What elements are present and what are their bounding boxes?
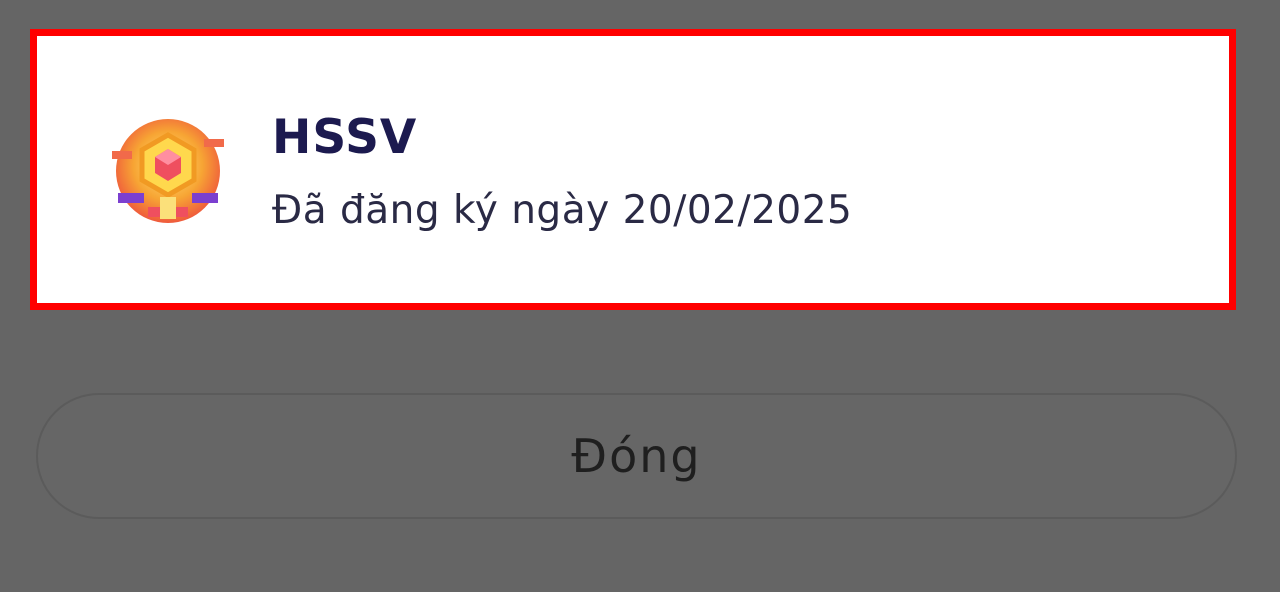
package-title: HSSV [272,110,418,165]
close-button[interactable]: Đóng [36,393,1237,519]
hssv-badge-icon [112,119,224,223]
package-card[interactable]: HSSV Đã đăng ký ngày 20/02/2025 [37,36,1229,303]
registration-date-text: Đã đăng ký ngày 20/02/2025 [272,188,853,233]
highlight-frame: HSSV Đã đăng ký ngày 20/02/2025 [30,29,1236,310]
